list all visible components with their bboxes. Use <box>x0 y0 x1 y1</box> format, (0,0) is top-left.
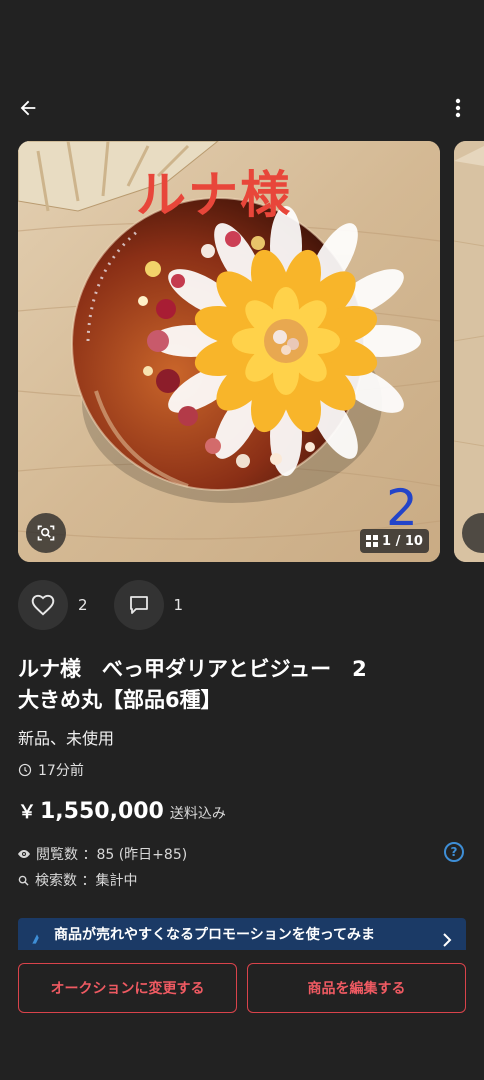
search-stats-text: 検索数 ：集計中 <box>35 873 138 889</box>
chevron-right-icon <box>443 933 452 947</box>
comment-count: 1 <box>173 596 184 614</box>
like-count: 2 <box>78 596 88 614</box>
item-condition: 新品、未使用 <box>18 729 115 748</box>
eye-icon <box>18 850 30 858</box>
like-button[interactable] <box>18 580 68 630</box>
clock-icon <box>18 763 32 777</box>
price-value: 1,550,000 <box>40 799 164 824</box>
posted-time: 17分前 <box>18 760 84 780</box>
promotion-text: 商品が売れやすくなるプロモーションを使ってみま <box>54 927 376 943</box>
more-options-icon[interactable] <box>446 92 470 124</box>
bottom-actions: オークションに変更する 商品を編集する <box>18 963 466 1013</box>
grid-icon <box>366 535 378 547</box>
view-stats-text: 閲覧数 ：85 (昨日+85) <box>36 847 188 863</box>
price-currency: ￥ <box>18 802 36 823</box>
heart-icon <box>31 594 55 616</box>
comment-button[interactable] <box>113 580 164 630</box>
search-icon <box>18 875 29 886</box>
top-bar <box>0 88 484 132</box>
posted-time-text: 17分前 <box>38 763 84 779</box>
back-arrow-icon[interactable] <box>12 92 44 124</box>
item-title: ルナ様 べっ甲ダリアとビジュー 2 大きめ丸【部品6種】 <box>18 657 367 712</box>
view-stats: 閲覧数 ：85 (昨日+85) <box>18 844 187 864</box>
comment-icon <box>129 596 148 614</box>
image-search-icon[interactable] <box>26 513 66 553</box>
photo-counter: 1 / 10 <box>360 529 429 553</box>
help-icon[interactable]: ? <box>444 842 464 862</box>
shipping-note: 送料込み <box>169 806 226 822</box>
price: ￥ 1,550,000 送料込み <box>18 798 226 824</box>
next-photo-preview[interactable] <box>454 141 484 562</box>
action-bar: 2 1 <box>18 580 209 630</box>
next-photo-image <box>454 141 484 562</box>
promotion-banner[interactable]: 商品が売れやすくなるプロモーションを使ってみま <box>18 918 466 950</box>
photo-gallery[interactable]: ルナ様 2 1 / 10 <box>18 141 484 562</box>
edit-item-button[interactable]: 商品を編集する <box>247 963 466 1013</box>
product-photo[interactable]: ルナ様 2 1 / 10 <box>18 141 440 562</box>
photo-counter-text: 1 / 10 <box>382 533 423 549</box>
photo-overlay-text: ルナ様 <box>136 166 292 224</box>
search-stats: 検索数 ：集計中 <box>18 870 137 890</box>
promotion-icon <box>32 934 39 944</box>
change-to-auction-button[interactable]: オークションに変更する <box>18 963 237 1013</box>
